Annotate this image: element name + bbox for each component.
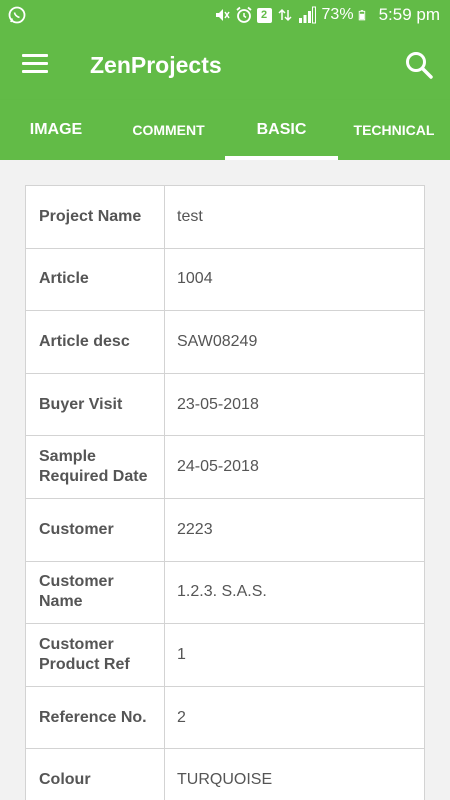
field-value: SAW08249 [164, 310, 425, 374]
field-label: Article [25, 247, 165, 312]
field-label: Reference No. [25, 685, 165, 750]
field-value: 1004 [164, 247, 425, 312]
app-bar: ZenProjects [0, 30, 450, 100]
field-value: 23-05-2018 [164, 372, 425, 437]
field-label: Customer Product Ref [25, 623, 165, 687]
menu-icon-line [22, 70, 48, 73]
table-row: Colour TURQUOISE [25, 748, 425, 800]
app-title: ZenProjects [90, 52, 222, 78]
menu-icon [22, 54, 48, 57]
table-row: Sample Required Date 24-05-2018 [25, 435, 425, 499]
table-row: Project Name test [25, 185, 425, 249]
field-label: Colour [25, 748, 165, 800]
tab-basic[interactable]: BASIC [225, 100, 338, 160]
search-icon[interactable] [404, 50, 434, 80]
table-row: Customer Name 1.2.3. S.A.S. [25, 560, 425, 625]
sim-2-icon: 2 [256, 7, 272, 23]
menu-icon-line [22, 62, 48, 65]
battery-icon [358, 10, 365, 21]
table-row: Customer 2223 [25, 497, 425, 562]
table-row: Article 1004 [25, 247, 425, 312]
table-row: Buyer Visit 23-05-2018 [25, 372, 425, 437]
field-value: 2 [164, 685, 425, 750]
field-label: Sample Required Date [25, 435, 165, 499]
field-value: TURQUOISE [164, 748, 425, 800]
tab-technical[interactable]: TECHNICAL [338, 100, 450, 160]
whatsapp-icon [8, 6, 26, 24]
field-label: Customer Name [25, 560, 165, 625]
menu-button[interactable] [22, 54, 48, 76]
data-icon [278, 8, 292, 22]
status-time: 5:59 pm [378, 5, 440, 24]
table-row: Customer Product Ref 1 [25, 623, 425, 687]
signal-icon [298, 6, 316, 24]
field-value: 1.2.3. S.A.S. [164, 560, 425, 625]
table-row: Reference No. 2 [25, 685, 425, 750]
field-value: 24-05-2018 [164, 435, 425, 499]
alarm-icon [235, 6, 252, 23]
field-label: Project Name [25, 185, 165, 249]
battery-percent: 73% [321, 6, 354, 23]
field-label: Customer [25, 497, 165, 562]
field-value: 2223 [164, 497, 425, 562]
field-label: Article desc [25, 310, 165, 374]
tab-image[interactable]: IMAGE [0, 100, 112, 160]
tab-bar: IMAGE COMMENT BASIC TECHNICAL [0, 100, 450, 160]
project-details-table: Project Name test Article 1004 Article d… [25, 185, 425, 800]
field-value: 1 [164, 623, 425, 687]
basic-details-panel: Project Name test Article 1004 Article d… [0, 160, 450, 800]
table-row: Article desc SAW08249 [25, 310, 425, 374]
tab-comment[interactable]: COMMENT [112, 100, 225, 160]
field-label: Buyer Visit [25, 372, 165, 437]
status-bar: 2 73% 5:59 pm [0, 0, 450, 30]
mute-icon [215, 9, 230, 21]
field-value: test [164, 185, 425, 249]
